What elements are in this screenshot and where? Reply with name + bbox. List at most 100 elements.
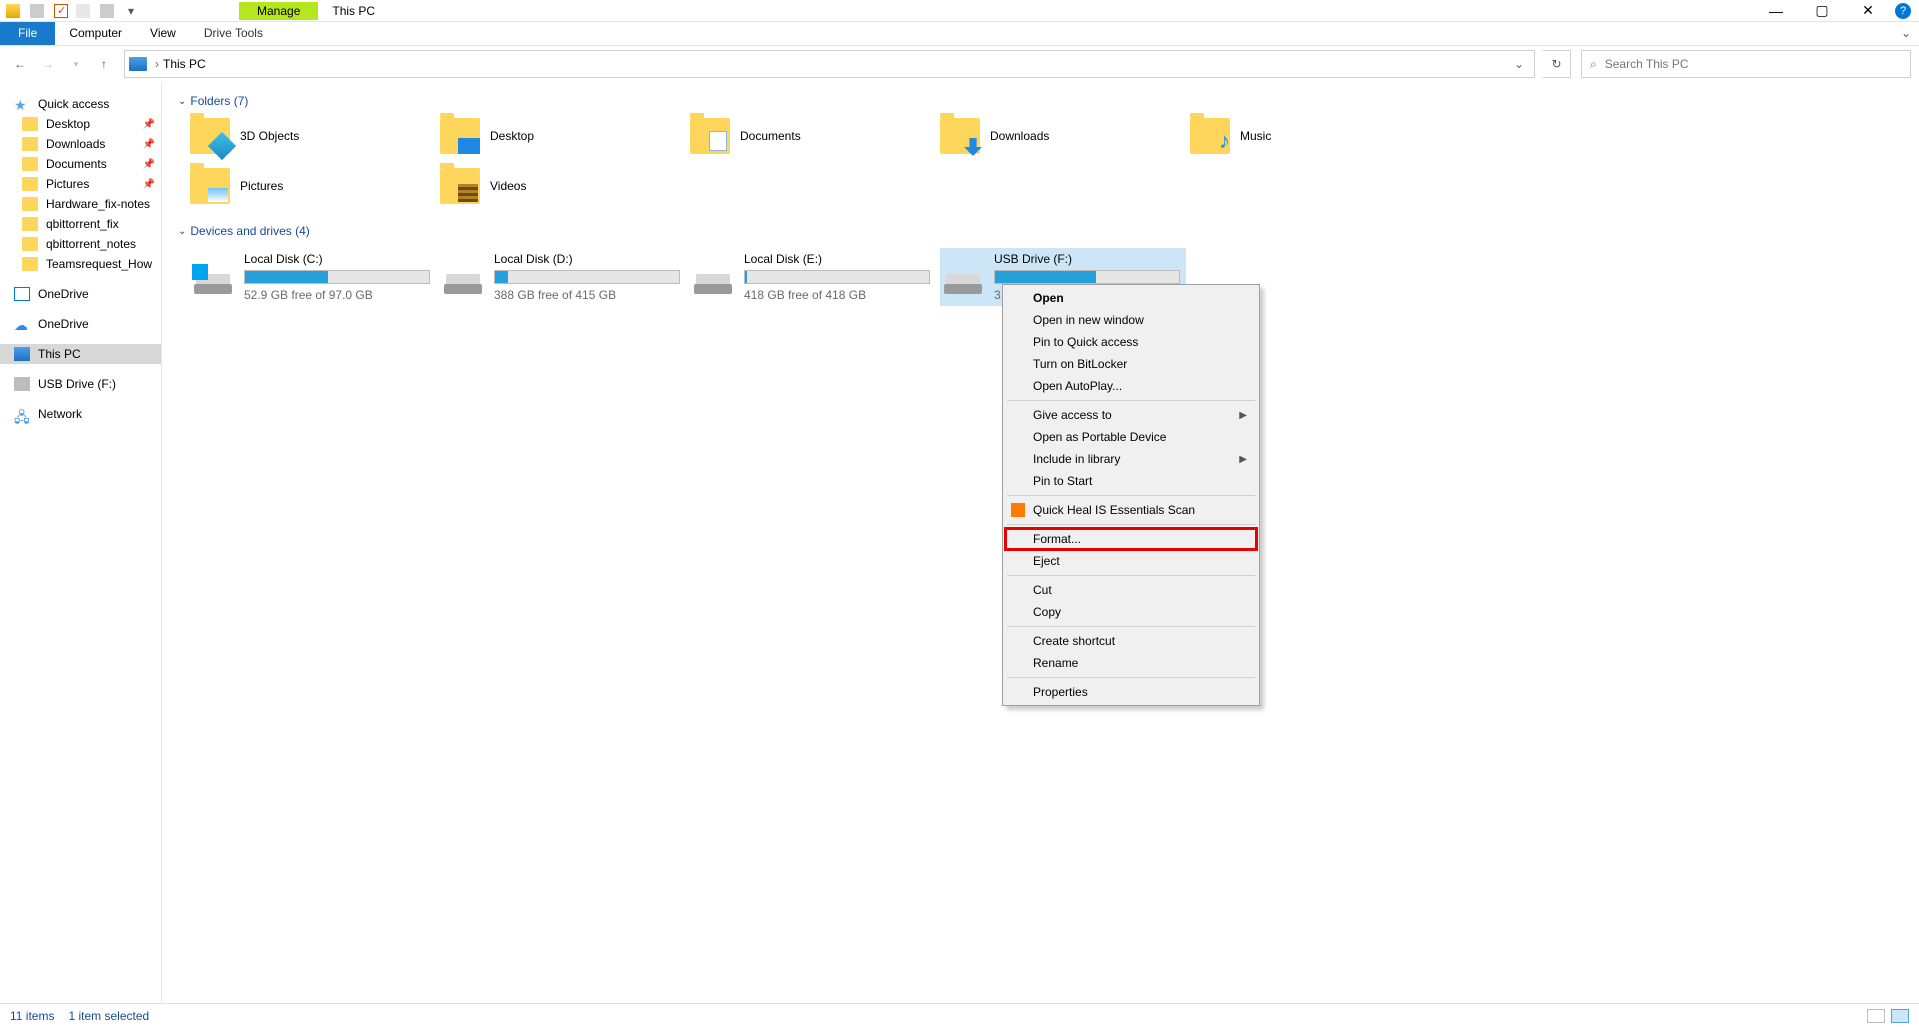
folder-videos[interactable]: Videos: [440, 168, 690, 204]
folder-music[interactable]: ♪ Music: [1190, 118, 1440, 154]
group-header-folders[interactable]: ⌄ Folders (7): [174, 90, 1907, 114]
sidebar-this-pc[interactable]: This PC: [0, 344, 161, 364]
menu-item-label: Create shortcut: [1033, 634, 1115, 648]
breadcrumb-location[interactable]: This PC: [163, 57, 206, 71]
menu-item-format[interactable]: Format...: [1005, 528, 1257, 550]
drive-usage-bar: [244, 270, 430, 284]
folder-3d-objects[interactable]: 3D Objects: [190, 118, 440, 154]
sidebar-onedrive-2[interactable]: ☁ OneDrive: [0, 314, 161, 334]
usb-icon: [14, 377, 30, 391]
menu-item-label: Cut: [1033, 583, 1052, 597]
menu-item-open-as-portable-device[interactable]: Open as Portable Device: [1005, 426, 1257, 448]
pin-icon: 📌: [143, 159, 155, 170]
tab-drive-tools[interactable]: Drive Tools: [190, 22, 277, 45]
search-icon: ⌕: [1590, 57, 1597, 72]
tiles-view-icon[interactable]: [1891, 1009, 1909, 1023]
sidebar-item-label: Desktop: [46, 117, 90, 131]
sidebar-label: OneDrive: [38, 317, 89, 331]
menu-item-rename[interactable]: Rename: [1005, 652, 1257, 674]
menu-item-eject[interactable]: Eject: [1005, 550, 1257, 572]
tab-file[interactable]: File: [0, 22, 55, 45]
folder-documents[interactable]: Documents: [690, 118, 940, 154]
onedrive-icon: [14, 287, 30, 301]
back-button[interactable]: ←: [8, 52, 32, 76]
ribbon-expand-icon[interactable]: ⌄: [1893, 22, 1919, 45]
menu-item-create-shortcut[interactable]: Create shortcut: [1005, 630, 1257, 652]
tab-computer[interactable]: Computer: [55, 22, 136, 45]
up-button[interactable]: ↑: [92, 52, 116, 76]
folder-desktop[interactable]: Desktop: [440, 118, 690, 154]
sidebar-network[interactable]: 🖧 Network: [0, 404, 161, 424]
sidebar-item-documents[interactable]: Documents 📌: [0, 154, 161, 174]
folder-icon: [22, 217, 38, 231]
search-placeholder: Search This PC: [1605, 57, 1689, 71]
tab-view[interactable]: View: [136, 22, 190, 45]
menu-separator: [1007, 495, 1255, 496]
menu-item-open[interactable]: Open: [1005, 287, 1257, 309]
sidebar-item-recent[interactable]: Hardware_fix-notes: [0, 194, 161, 214]
folder-downloads[interactable]: Downloads: [940, 118, 1190, 154]
menu-item-quick-heal-is-essentials-scan[interactable]: Quick Heal IS Essentials Scan: [1005, 499, 1257, 521]
customize-qat-icon[interactable]: ▾: [124, 4, 138, 18]
separator: [30, 4, 44, 18]
folder-icon: [22, 157, 38, 171]
menu-item-label: Properties: [1033, 685, 1088, 699]
menu-item-pin-to-start[interactable]: Pin to Start: [1005, 470, 1257, 492]
submenu-arrow-icon: ▶: [1239, 410, 1247, 421]
manage-contextual-tab[interactable]: Manage: [239, 2, 318, 20]
menu-item-label: Open: [1033, 291, 1064, 305]
menu-separator: [1007, 677, 1255, 678]
menu-item-copy[interactable]: Copy: [1005, 601, 1257, 623]
sidebar-quick-access[interactable]: ★ Quick access: [0, 94, 161, 114]
sidebar-onedrive[interactable]: OneDrive: [0, 284, 161, 304]
folder-icon: [22, 197, 38, 211]
minimize-button[interactable]: —: [1753, 0, 1799, 22]
sidebar-item-downloads[interactable]: Downloads 📌: [0, 134, 161, 154]
new-folder-icon[interactable]: [76, 4, 90, 18]
titlebar: ✓ ▾ Manage This PC — ▢ ✕ ?: [0, 0, 1919, 22]
menu-item-include-in-library[interactable]: Include in library▶: [1005, 448, 1257, 470]
explorer-icon: [6, 4, 20, 18]
context-menu: Open Open in new windowPin to Quick acces…: [1002, 284, 1260, 706]
menu-item-cut[interactable]: Cut: [1005, 579, 1257, 601]
folder-icon: [190, 118, 230, 154]
menu-item-open-autoplay[interactable]: Open AutoPlay...: [1005, 375, 1257, 397]
drive-item[interactable]: Local Disk (C:) 52.9 GB free of 97.0 GB: [190, 248, 436, 306]
view-switcher: [1867, 1009, 1909, 1023]
maximize-button[interactable]: ▢: [1799, 0, 1845, 22]
properties-icon[interactable]: ✓: [54, 4, 68, 18]
address-bar[interactable]: › This PC ⌄: [124, 50, 1535, 78]
sidebar-item-label: Teamsrequest_How: [46, 257, 152, 271]
drive-item[interactable]: Local Disk (D:) 388 GB free of 415 GB: [440, 248, 686, 306]
sidebar-item-recent[interactable]: Teamsrequest_How: [0, 254, 161, 274]
drive-meta: Local Disk (E:) 418 GB free of 418 GB: [744, 252, 932, 302]
menu-item-turn-on-bitlocker[interactable]: Turn on BitLocker: [1005, 353, 1257, 375]
sidebar-item-desktop[interactable]: Desktop 📌: [0, 114, 161, 134]
details-view-icon[interactable]: [1867, 1009, 1885, 1023]
sidebar-item-label: qbittorrent_fix: [46, 217, 119, 231]
group-header-drives[interactable]: ⌄ Devices and drives (4): [174, 220, 1907, 244]
sidebar-item-recent[interactable]: qbittorrent_fix: [0, 214, 161, 234]
refresh-button[interactable]: ↻: [1543, 50, 1571, 78]
breadcrumb-chevron-icon[interactable]: ›: [151, 57, 163, 71]
folder-label: Desktop: [490, 129, 534, 143]
menu-item-give-access-to[interactable]: Give access to▶: [1005, 404, 1257, 426]
drive-icon: [194, 262, 234, 294]
menu-item-properties[interactable]: Properties: [1005, 681, 1257, 703]
sidebar-item-pictures[interactable]: Pictures 📌: [0, 174, 161, 194]
sidebar-usb-drive[interactable]: USB Drive (F:): [0, 374, 161, 394]
drive-item[interactable]: Local Disk (E:) 418 GB free of 418 GB: [690, 248, 936, 306]
menu-item-pin-to-quick-access[interactable]: Pin to Quick access: [1005, 331, 1257, 353]
drive-usage-bar: [994, 270, 1180, 284]
search-box[interactable]: ⌕ Search This PC: [1581, 50, 1911, 78]
close-button[interactable]: ✕: [1845, 0, 1891, 22]
help-button[interactable]: ?: [1895, 3, 1911, 19]
drive-usage-bar: [744, 270, 930, 284]
forward-button[interactable]: →: [36, 52, 60, 76]
recent-locations-icon[interactable]: ▾: [64, 52, 88, 76]
sidebar-item-label: Pictures: [46, 177, 89, 191]
menu-item-open-in-new-window[interactable]: Open in new window: [1005, 309, 1257, 331]
folder-pictures[interactable]: Pictures: [190, 168, 440, 204]
sidebar-item-recent[interactable]: qbittorrent_notes: [0, 234, 161, 254]
address-dropdown-icon[interactable]: ⌄: [1508, 57, 1530, 71]
